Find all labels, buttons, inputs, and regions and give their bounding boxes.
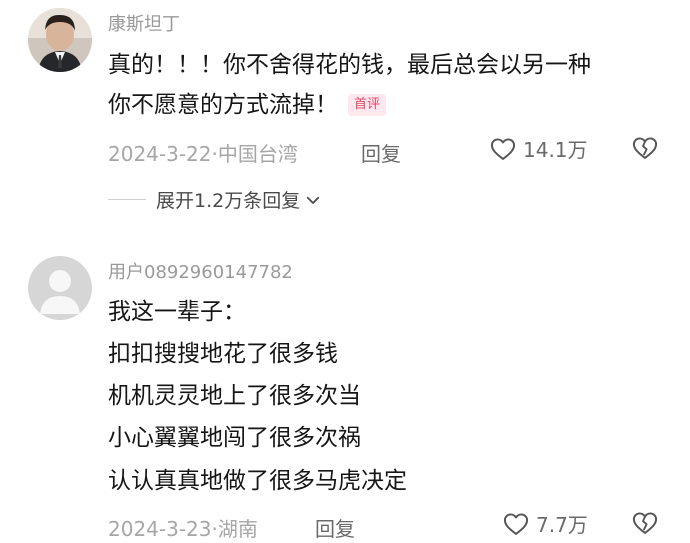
comment-location: 中国台湾 <box>217 142 298 166</box>
heart-outline-icon <box>503 512 529 535</box>
reply-button[interactable]: 回复 <box>315 513 355 542</box>
like-count: 7.7万 <box>536 513 588 537</box>
heart-outline-icon <box>490 137 516 160</box>
comment-text-line: 我这一辈子： <box>108 299 246 325</box>
comment-text: 真的！！！你不舍得花的钱，最后总会以另一种 <box>108 52 591 78</box>
comment-text-line: 机机灵灵地上了很多次当 <box>108 383 361 409</box>
comment-text-line: 你不愿意的方式流掉！ 首评 <box>108 90 387 120</box>
broken-heart-icon <box>632 512 658 534</box>
avatar[interactable] <box>28 256 92 320</box>
username[interactable]: 康斯坦丁 <box>108 10 180 36</box>
profile-photo <box>28 8 92 72</box>
comment-date: 2024-3-22 <box>108 142 212 166</box>
comment-meta: 2024-3-23·湖南 <box>108 513 258 542</box>
comment-meta: 2024-3-22·中国台湾 <box>108 138 298 167</box>
comment-text-line: 小心翼翼地闯了很多次祸 <box>108 425 361 451</box>
avatar[interactable] <box>28 8 92 72</box>
first-comment-badge: 首评 <box>348 94 387 116</box>
comment-2: 用户0892960147782 我这一辈子： 扣扣搜搜地花了很多钱 机机灵灵地上… <box>0 250 690 543</box>
comment-text-line: 真的！！！你不舍得花的钱，最后总会以另一种 <box>108 50 591 80</box>
reply-button[interactable]: 回复 <box>361 138 401 167</box>
like-count: 14.1万 <box>523 138 588 162</box>
expand-replies-label: 展开1.2万条回复 <box>156 190 301 212</box>
like-button[interactable]: 7.7万 <box>502 509 588 538</box>
broken-heart-icon <box>632 137 658 159</box>
like-button[interactable]: 14.1万 <box>489 134 588 163</box>
username[interactable]: 用户0892960147782 <box>108 258 293 284</box>
dislike-button[interactable] <box>630 509 660 541</box>
comment-location: 湖南 <box>217 517 258 541</box>
dislike-button[interactable] <box>630 134 660 166</box>
comment-1: 康斯坦丁 真的！！！你不舍得花的钱，最后总会以另一种 你不愿意的方式流掉！ 首评 … <box>0 0 690 225</box>
divider <box>108 199 146 200</box>
comment-text-line: 扣扣搜搜地花了很多钱 <box>108 341 338 367</box>
comment-text-line: 认认真真地做了很多马虎决定 <box>108 468 407 494</box>
chevron-down-icon <box>307 196 320 204</box>
default-user-avatar <box>28 256 92 320</box>
comment-text: 你不愿意的方式流掉！ <box>108 92 338 118</box>
expand-replies-button[interactable]: 展开1.2万条回复 <box>108 186 322 213</box>
comment-date: 2024-3-23 <box>108 517 212 541</box>
